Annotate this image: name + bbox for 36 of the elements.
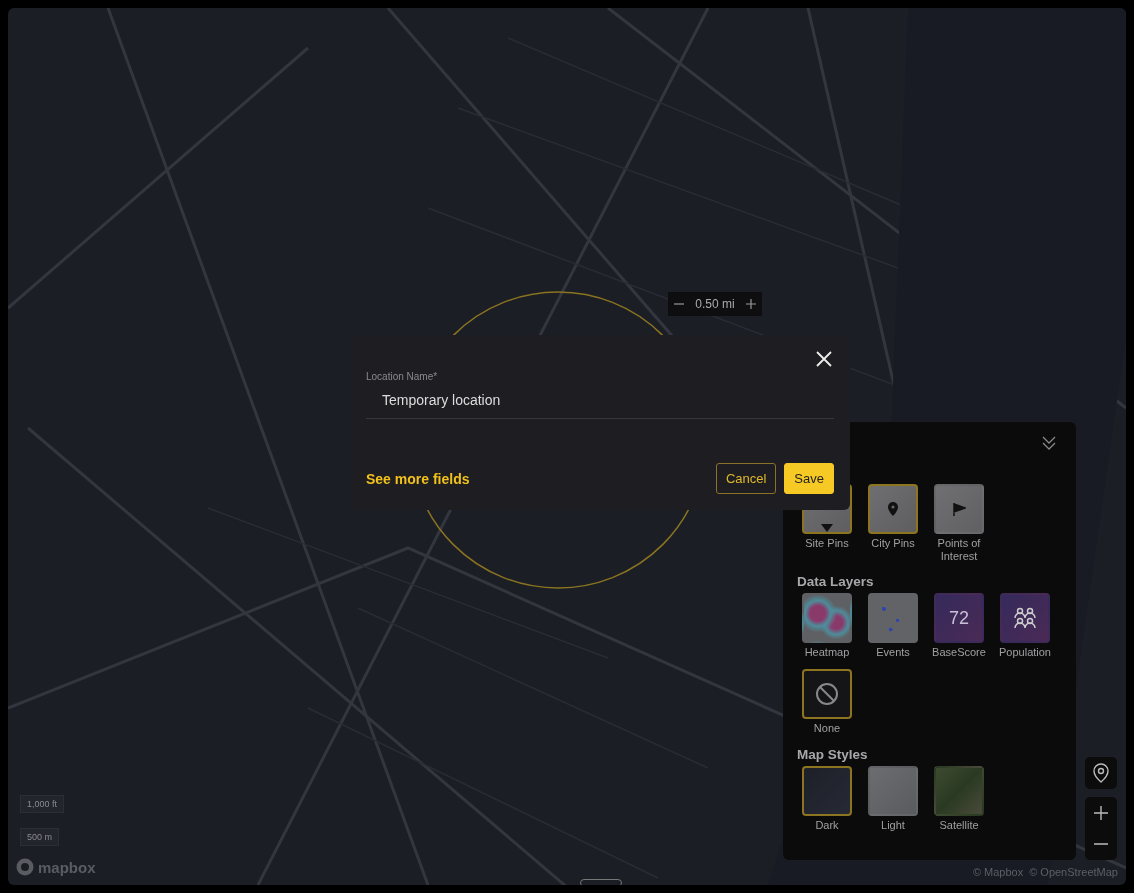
logo-text: mapbox (38, 858, 96, 876)
field-label: Location Name* (366, 371, 439, 382)
prohibited-icon (815, 681, 839, 706)
location-name-input[interactable]: Temporary location (366, 382, 834, 419)
collapse-button[interactable] (1040, 434, 1058, 452)
close-button[interactable] (814, 349, 834, 369)
section-title: Data Layers (797, 574, 875, 590)
plus-icon (1093, 804, 1109, 821)
layer-option[interactable]: Dark (797, 765, 857, 832)
people-icon (1014, 607, 1036, 630)
layer-option[interactable]: 72 BaseScore (929, 593, 989, 659)
layer-option[interactable]: None (797, 668, 857, 735)
radius-value: 0.50 mi (695, 297, 735, 311)
flag-icon (952, 502, 966, 516)
location-pin-icon (1093, 763, 1109, 783)
layer-option[interactable]: Light (863, 765, 923, 832)
minus-icon (1093, 842, 1109, 846)
score-label: 72 (949, 607, 969, 629)
minus-icon (674, 303, 684, 305)
scale-label: 1,000 ft (20, 795, 65, 813)
layer-option[interactable]: Heatmap (797, 593, 857, 659)
layer-option[interactable]: Population (995, 593, 1055, 659)
zoom-out-button[interactable] (1085, 828, 1117, 860)
zoom-in-button[interactable] (1085, 797, 1117, 828)
save-button[interactable]: Save (784, 463, 834, 494)
plus-icon (746, 299, 756, 309)
location-pin-button[interactable] (1085, 757, 1117, 789)
layer-option[interactable]: Events (863, 593, 923, 659)
layer-option[interactable]: Satellite (929, 765, 989, 832)
layer-option[interactable]: City Pins (863, 484, 923, 563)
cancel-button[interactable]: Cancel (715, 463, 777, 494)
section-title: Map Styles (797, 746, 869, 762)
scale-label: 500 m (20, 828, 59, 846)
layer-option[interactable]: Points of Interest (929, 484, 989, 563)
logo-icon (16, 858, 34, 876)
see-more-fields-link[interactable]: See more fields (366, 470, 470, 487)
